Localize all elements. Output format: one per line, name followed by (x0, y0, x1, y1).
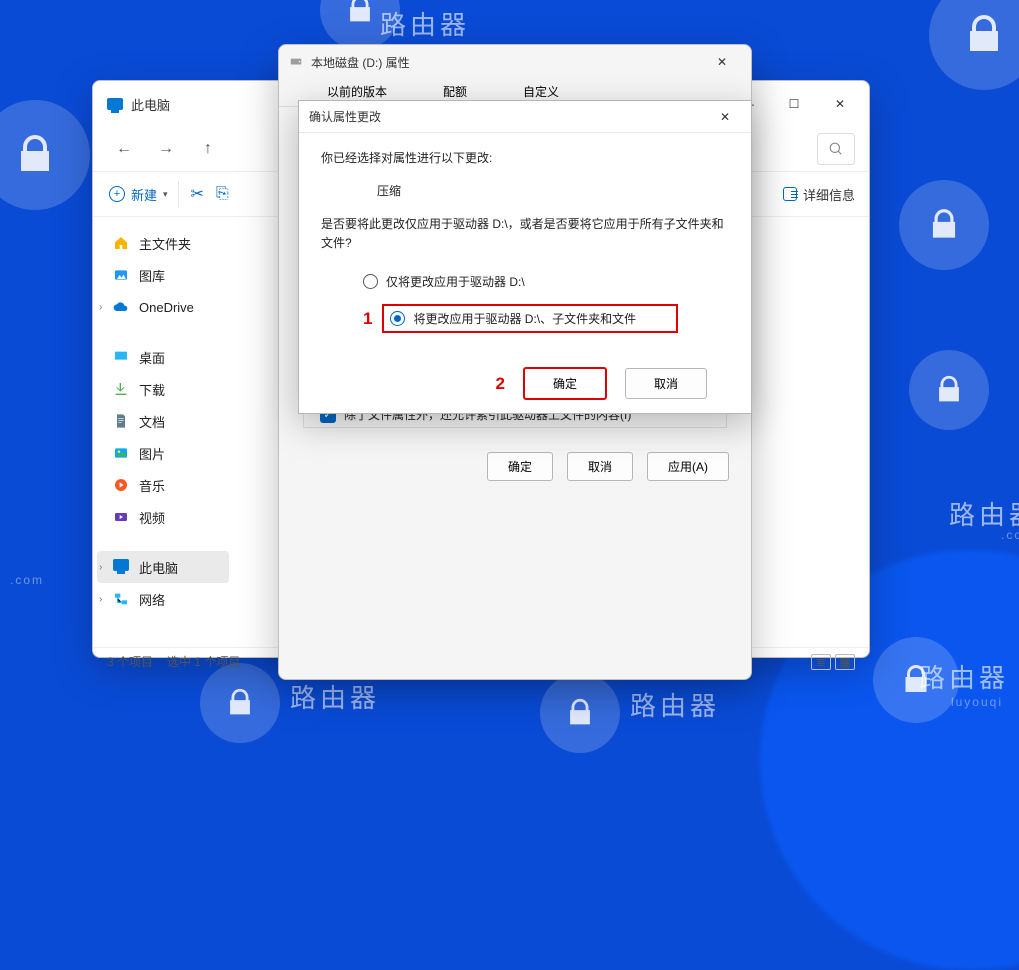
sidebar-item-network[interactable]: › 网络 (97, 583, 229, 615)
pictures-icon (113, 445, 129, 461)
sidebar-item-thispc[interactable]: › 此电脑 (97, 551, 229, 583)
network-icon (113, 591, 129, 607)
monitor-icon (107, 98, 123, 110)
cloud-icon (113, 299, 129, 315)
radio-label: 仅将更改应用于驱动器 D:\ (386, 273, 525, 290)
watermark-text: 路由器 (919, 658, 1009, 695)
bg-lock-icon (0, 100, 90, 210)
bg-lock-icon (200, 663, 280, 743)
sidebar-item-documents[interactable]: 文档 (97, 405, 229, 437)
sidebar-label: 图片 (139, 444, 165, 463)
nav-back-icon[interactable]: ← (113, 140, 135, 158)
sidebar-label: 主文件夹 (139, 234, 191, 253)
sidebar-label: 此电脑 (139, 558, 178, 577)
sidebar-label: 桌面 (139, 348, 165, 367)
cut-icon[interactable]: ✂ (191, 184, 204, 204)
home-icon (113, 235, 129, 251)
plus-icon: + (109, 186, 125, 202)
bg-lock-icon (929, 0, 1019, 90)
chevron-right-icon: › (99, 562, 102, 573)
details-button[interactable]: 详细信息 (783, 185, 855, 204)
close-button[interactable]: ✕ (705, 101, 745, 133)
maximize-button[interactable]: ☐ (771, 88, 817, 120)
sidebar-label: 音乐 (139, 476, 165, 495)
bg-lock-icon (899, 180, 989, 270)
close-button[interactable]: ✕ (699, 46, 745, 78)
watermark-sub: .com (1001, 528, 1019, 542)
sidebar-item-videos[interactable]: 视频 (97, 501, 229, 533)
sidebar-item-home[interactable]: 主文件夹 (97, 227, 229, 259)
radio-drive-only[interactable]: 仅将更改应用于驱动器 D:\ (363, 273, 729, 290)
watermark-text: 路由器 (380, 5, 470, 42)
confirm-dialog: 确认属性更改 ✕ 你已经选择对属性进行以下更改: 压缩 是否要将此更改仅应用于驱… (298, 100, 752, 414)
window-title: 本地磁盘 (D:) 属性 (289, 54, 699, 71)
sidebar-label: OneDrive (139, 300, 194, 315)
video-icon (113, 509, 129, 525)
cancel-button[interactable]: 取消 (567, 452, 633, 481)
copy-icon[interactable]: ⎘ (216, 185, 229, 203)
sidebar-label: 视频 (139, 508, 165, 527)
details-icon (783, 187, 797, 201)
radio-icon (390, 311, 405, 326)
watermark-text: 路由器 (630, 686, 720, 723)
download-icon (113, 381, 129, 397)
search-icon (829, 142, 843, 156)
sidebar-item-desktop[interactable]: 桌面 (97, 341, 229, 373)
dialog-attribute: 压缩 (377, 182, 729, 199)
sidebar-item-music[interactable]: 音乐 (97, 469, 229, 501)
watermark-sub: .com (10, 573, 44, 587)
watermark-sub: luyouqi (951, 695, 1003, 709)
ok-button[interactable]: 确定 (487, 452, 553, 481)
title-text: 本地磁盘 (D:) 属性 (311, 54, 410, 71)
title-text: 此电脑 (131, 95, 170, 114)
sidebar-label: 文档 (139, 412, 165, 431)
sidebar-item-onedrive[interactable]: › OneDrive (97, 291, 229, 323)
close-button[interactable]: ✕ (817, 88, 863, 120)
annotation-2: 2 (496, 374, 505, 394)
monitor-icon (113, 559, 129, 575)
chevron-right-icon: › (99, 594, 102, 605)
details-label: 详细信息 (803, 185, 855, 204)
bg-lock-icon (540, 673, 620, 753)
status-count: 3 个项目 (107, 653, 153, 670)
apply-button[interactable]: 应用(A) (647, 452, 729, 481)
drive-icon (289, 54, 303, 71)
sidebar-label: 下载 (139, 380, 165, 399)
dialog-msg1: 你已经选择对属性进行以下更改: (321, 149, 729, 166)
sidebar-item-downloads[interactable]: 下载 (97, 373, 229, 405)
view-grid-button[interactable]: ▦ (835, 654, 855, 670)
radio-icon (363, 274, 378, 289)
watermark-text: 路由器 (290, 678, 380, 715)
watermark-text: 路由器 (949, 495, 1019, 532)
bg-lock-icon (909, 350, 989, 430)
sidebar: 主文件夹 图库 › OneDrive 桌面 下载 文档 (93, 217, 233, 647)
new-button[interactable]: + 新建 ▾ (107, 181, 179, 208)
doc-icon (113, 413, 129, 429)
search-input[interactable] (817, 133, 855, 165)
sidebar-label: 网络 (139, 590, 165, 609)
nav-up-icon[interactable]: ↑ (197, 140, 219, 158)
gallery-icon (113, 267, 129, 283)
radio-label: 将更改应用于驱动器 D:\、子文件夹和文件 (413, 310, 636, 327)
status-selected: 选中 1 个项目 (167, 653, 240, 670)
radio-recursive[interactable]: 将更改应用于驱动器 D:\、子文件夹和文件 (382, 304, 678, 333)
desktop-icon (113, 349, 129, 365)
cancel-button[interactable]: 取消 (625, 368, 707, 399)
annotation-1: 1 (363, 309, 372, 329)
ok-button[interactable]: 确定 (523, 367, 607, 400)
music-icon (113, 477, 129, 493)
sidebar-item-pictures[interactable]: 图片 (97, 437, 229, 469)
chevron-right-icon: › (99, 302, 102, 313)
new-label: 新建 (131, 185, 157, 204)
view-list-button[interactable]: ≣ (811, 654, 831, 670)
dialog-msg2: 是否要将此更改仅应用于驱动器 D:\，或者是否要将它应用于所有子文件夹和文件? (321, 215, 729, 253)
dialog-title: 确认属性更改 (309, 108, 381, 125)
chevron-down-icon: ▾ (163, 189, 168, 200)
nav-forward-icon[interactable]: → (155, 140, 177, 158)
sidebar-label: 图库 (139, 266, 165, 285)
sidebar-item-gallery[interactable]: 图库 (97, 259, 229, 291)
